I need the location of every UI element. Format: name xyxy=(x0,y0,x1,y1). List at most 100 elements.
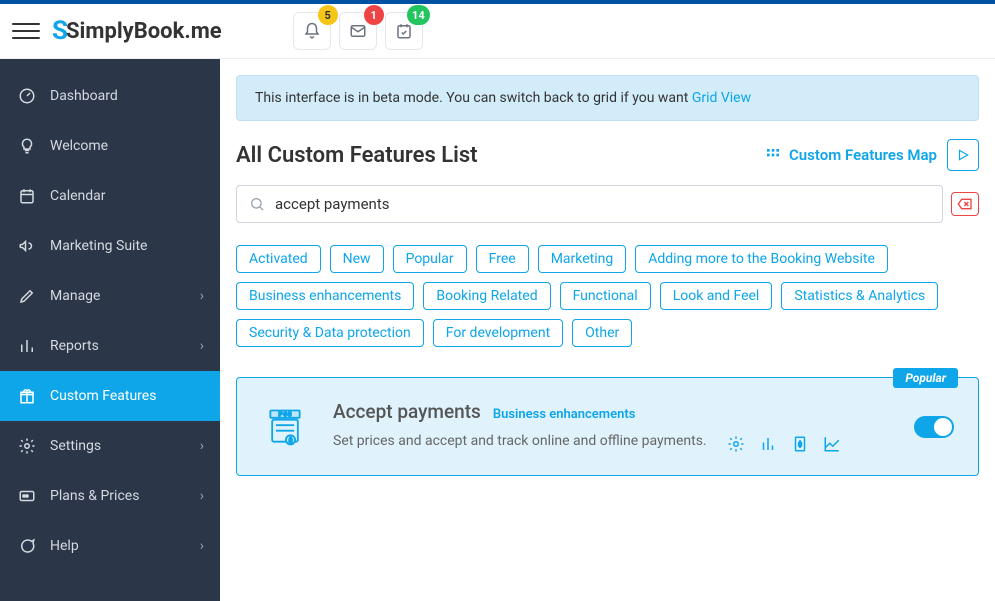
toggle-knob xyxy=(934,418,952,436)
beta-banner: This interface is in beta mode. You can … xyxy=(236,75,979,121)
chevron-right-icon: › xyxy=(200,338,204,354)
line-chart-icon[interactable] xyxy=(823,435,841,453)
play-video-button[interactable] xyxy=(947,139,979,171)
svg-text:$: $ xyxy=(798,440,802,448)
bar-chart-icon[interactable] xyxy=(759,435,777,453)
notification-group: 5 1 14 xyxy=(293,12,423,50)
feature-description: Set prices and accept and track online a… xyxy=(333,433,707,449)
sidebar-item-calendar[interactable]: Calendar xyxy=(0,171,220,221)
filter-chip-other[interactable]: Other xyxy=(572,319,632,347)
chevron-right-icon: › xyxy=(200,538,204,554)
svg-text:$: $ xyxy=(289,436,293,444)
gear-icon xyxy=(18,437,36,455)
sidebar-item-help[interactable]: Help › xyxy=(0,521,220,571)
sidebar-item-label: Custom Features xyxy=(50,388,156,404)
sidebar-item-label: Welcome xyxy=(50,138,108,154)
settings-icon[interactable] xyxy=(727,435,745,453)
sidebar-item-label: Calendar xyxy=(50,188,106,204)
bell-notification-button[interactable]: 5 xyxy=(293,12,331,50)
sidebar: Dashboard Welcome Calendar Marketing Suite M… xyxy=(0,59,220,601)
map-link-text: Custom Features Map xyxy=(789,146,937,164)
filter-chip-look-and-feel[interactable]: Look and Feel xyxy=(660,282,773,310)
bell-icon xyxy=(303,22,321,40)
calendar-check-icon xyxy=(395,22,413,40)
mail-notification-button[interactable]: 1 xyxy=(339,12,377,50)
feature-title: Accept payments xyxy=(333,400,481,423)
search-icon xyxy=(249,196,265,212)
logo-primary-text: SimplyBook xyxy=(66,19,184,44)
main-content: This interface is in beta mode. You can … xyxy=(220,59,995,601)
sidebar-item-custom-features[interactable]: Custom Features xyxy=(0,371,220,421)
card-icon xyxy=(18,487,36,505)
filter-chip-activated[interactable]: Activated xyxy=(236,245,321,273)
popular-badge: Popular xyxy=(893,368,958,388)
chevron-right-icon: › xyxy=(200,288,204,304)
sidebar-item-plans-prices[interactable]: Plans & Prices › xyxy=(0,471,220,521)
sidebar-item-label: Plans & Prices xyxy=(50,488,139,504)
filter-chip-adding-more-to-the-booking-website[interactable]: Adding more to the Booking Website xyxy=(635,245,888,273)
payment-terminal-icon: P $ $ $ xyxy=(261,403,309,451)
clear-search-button[interactable] xyxy=(951,192,979,216)
invoice-icon[interactable]: $ xyxy=(791,435,809,453)
sidebar-item-manage[interactable]: Manage › xyxy=(0,271,220,321)
feature-card-accept-payments[interactable]: Popular P $ $$ Accept payments Business … xyxy=(236,377,979,476)
banner-text: This interface is in beta mode. You can … xyxy=(255,90,692,106)
bulb-icon xyxy=(18,137,36,155)
sidebar-item-settings[interactable]: Settings › xyxy=(0,421,220,471)
sidebar-item-label: Settings xyxy=(50,438,101,454)
sidebar-item-label: Help xyxy=(50,538,79,554)
feature-toggle[interactable] xyxy=(914,416,954,438)
filter-chip-business-enhancements[interactable]: Business enhancements xyxy=(236,282,414,310)
search-box xyxy=(236,185,943,223)
sidebar-item-dashboard[interactable]: Dashboard xyxy=(0,71,220,121)
mail-badge: 1 xyxy=(364,5,384,25)
chat-icon xyxy=(18,537,36,555)
title-row: All Custom Features List Custom Features… xyxy=(236,139,979,171)
bars-icon xyxy=(18,337,36,355)
filter-chip-booking-related[interactable]: Booking Related xyxy=(423,282,550,310)
grid-icon xyxy=(765,147,781,163)
megaphone-icon xyxy=(18,237,36,255)
calendar-badge: 14 xyxy=(407,5,430,25)
menu-toggle-button[interactable] xyxy=(12,17,40,45)
feature-actions: $ xyxy=(727,435,841,453)
feature-category-link[interactable]: Business enhancements xyxy=(493,407,636,422)
filter-chip-new[interactable]: New xyxy=(330,245,384,273)
filter-chip-for-development[interactable]: For development xyxy=(433,319,563,347)
chevron-right-icon: › xyxy=(200,438,204,454)
header: SSimplyBook.me 5 1 14 xyxy=(0,4,995,59)
svg-text:P $ $: P $ $ xyxy=(279,411,292,418)
calendar-notification-button[interactable]: 14 xyxy=(385,12,423,50)
grid-view-link[interactable]: Grid View xyxy=(692,90,751,106)
search-row xyxy=(236,185,979,223)
page-title: All Custom Features List xyxy=(236,143,478,168)
filter-chip-popular[interactable]: Popular xyxy=(393,245,467,273)
filter-chip-marketing[interactable]: Marketing xyxy=(538,245,627,273)
sidebar-item-label: Marketing Suite xyxy=(50,238,147,254)
calendar-icon xyxy=(18,187,36,205)
pencil-icon xyxy=(18,287,36,305)
mail-icon xyxy=(349,22,367,40)
play-icon xyxy=(956,148,970,162)
bell-badge: 5 xyxy=(318,5,338,25)
chevron-right-icon: › xyxy=(200,488,204,504)
sidebar-item-label: Manage xyxy=(50,288,100,304)
gauge-icon xyxy=(18,87,36,105)
filter-chip-free[interactable]: Free xyxy=(476,245,529,273)
sidebar-item-welcome[interactable]: Welcome xyxy=(0,121,220,171)
filter-chips: Activated New Popular Free Marketing Adding m… xyxy=(236,245,979,347)
filter-chip-functional[interactable]: Functional xyxy=(560,282,651,310)
search-input[interactable] xyxy=(275,195,930,213)
gift-icon xyxy=(18,387,36,405)
sidebar-item-reports[interactable]: Reports › xyxy=(0,321,220,371)
feature-body: Accept payments Business enhancements Se… xyxy=(333,400,876,453)
sidebar-item-label: Reports xyxy=(50,338,99,354)
filter-chip-security-data-protection[interactable]: Security & Data protection xyxy=(236,319,424,347)
logo[interactable]: SSimplyBook.me xyxy=(52,16,222,46)
filter-chip-statistics-analytics[interactable]: Statistics & Analytics xyxy=(781,282,938,310)
backspace-icon xyxy=(957,198,973,210)
logo-suffix: .me xyxy=(184,19,221,44)
custom-features-map-link[interactable]: Custom Features Map xyxy=(765,146,937,164)
sidebar-item-label: Dashboard xyxy=(50,88,118,104)
sidebar-item-marketing-suite[interactable]: Marketing Suite xyxy=(0,221,220,271)
